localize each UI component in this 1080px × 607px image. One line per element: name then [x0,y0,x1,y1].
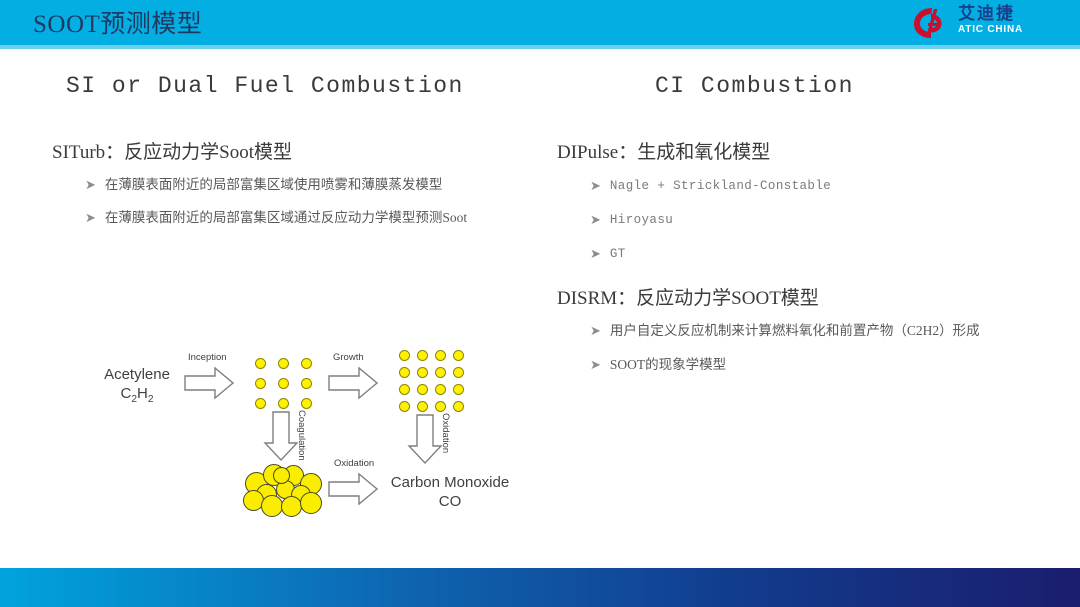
inception-arrow-icon [184,366,235,400]
soot-particle-dot [417,350,428,361]
soot-agglomerate-circle [281,496,302,517]
soot-agglomerate-circle [273,467,290,484]
arrow-bullet-icon: ➤ [590,212,601,227]
diagram-nuclei-particle-grid [255,358,313,410]
soot-particle-dot [255,378,266,389]
soot-particle-dot [255,398,266,409]
ad-monogram-logo-icon [914,8,942,38]
diagram-step-growth-label: Growth [333,352,364,363]
soot-particle-dot [399,367,410,378]
diagram-step-oxidation-right-label: Oxidation [440,413,451,454]
list-item-label: GT [609,247,626,261]
company-logo: 艾迪捷 ATIC CHINA [912,4,1062,42]
product-formula: CO [438,493,462,510]
list-item-label: 在薄膜表面附近的局部富集区域使用喷雾和薄膜蒸发模型 [104,177,443,192]
reactant-name: Acetylene [104,366,170,383]
soot-particle-dot [435,384,446,395]
list-item-label: Nagle + Strickland-Constable [609,179,832,193]
logo-english-name: ATIC CHINA [958,24,1024,35]
coagulation-arrow-icon [263,411,299,462]
soot-particle-dot [417,367,428,378]
right-column-heading: CI Combustion [655,73,854,99]
list-item: ➤ GT [590,245,831,263]
soot-particle-dot [453,384,464,395]
soot-particle-dot [399,350,410,361]
oxidation-bottom-arrow-icon [328,472,379,506]
logo-chinese-name: 艾迪捷 [958,4,1015,23]
list-item: ➤ Nagle + Strickland-Constable [590,177,831,195]
diagram-step-inception-label: Inception [188,352,227,363]
soot-particle-dot [278,378,289,389]
siturb-bullet-list: ➤ 在薄膜表面附近的局部富集区域使用喷雾和薄膜蒸发模型 ➤ 在薄膜表面附近的局部… [85,176,467,242]
diagram-reactant-acetylene: Acetylene C2H2 [97,365,177,409]
arrow-bullet-icon: ➤ [590,357,601,372]
diagram-grown-particle-grid [399,350,464,412]
soot-agglomerate-circle [300,492,322,514]
reactant-formula: C2H2 [120,385,154,405]
siturb-model-title: SITurb：反应动力学Soot模型 [52,142,293,163]
list-item: ➤ 用户自定义反应机制来计算燃料氧化和前置产物（C2H2）形成 [590,322,980,340]
arrow-bullet-icon: ➤ [85,177,96,192]
list-item-label: Hiroyasu [609,213,674,227]
dipulse-model-title: DIPulse：生成和氧化模型 [557,142,771,163]
arrow-bullet-icon: ➤ [85,210,96,225]
soot-particle-dot [435,367,446,378]
soot-particle-dot [453,350,464,361]
soot-particle-dot [453,367,464,378]
product-name: Carbon Monoxide [390,474,510,491]
disrm-bullet-list: ➤ 用户自定义反应机制来计算燃料氧化和前置产物（C2H2）形成 ➤ SOOT的现… [590,322,980,390]
list-item-label: 用户自定义反应机制来计算燃料氧化和前置产物（C2H2）形成 [609,323,980,338]
growth-arrow-icon [328,366,379,400]
list-item: ➤ Hiroyasu [590,211,831,229]
footer-gradient-bar [0,568,1080,607]
disrm-model-title: DISRM：反应动力学SOOT模型 [557,288,819,309]
diagram-step-oxidation-bottom-label: Oxidation [334,458,375,469]
list-item: ➤ 在薄膜表面附近的局部富集区域通过反应动力学模型预测Soot [85,209,467,227]
header-accent-underline [0,45,1080,49]
list-item: ➤ SOOT的现象学模型 [590,356,980,374]
soot-particle-dot [301,358,312,369]
soot-formation-process-diagram: Acetylene C2H2 Inception Growth Coagulat… [95,330,545,530]
soot-particle-dot [417,384,428,395]
soot-particle-dot [278,358,289,369]
list-item-label: SOOT的现象学模型 [609,357,727,372]
soot-particle-dot [417,401,428,412]
soot-agglomerate-circle [261,495,283,517]
soot-particle-dot [255,358,266,369]
logo-wordmark: 艾迪捷 ATIC CHINA [958,4,1062,36]
oxidation-right-arrow-icon [407,414,443,465]
soot-particle-dot [435,350,446,361]
left-column-heading: SI or Dual Fuel Combustion [66,73,464,99]
diagram-product-carbon-monoxide: Carbon Monoxide CO [385,473,515,511]
soot-particle-dot [301,398,312,409]
soot-particle-dot [399,401,410,412]
soot-particle-dot [301,378,312,389]
diagram-agglomerate-cluster [243,462,325,518]
soot-particle-dot [399,384,410,395]
diagram-step-coagulation-label: Coagulation [296,410,307,461]
dipulse-bullet-list: ➤ Nagle + Strickland-Constable ➤ Hiroyas… [590,177,831,279]
soot-particle-dot [435,401,446,412]
list-item: ➤ 在薄膜表面附近的局部富集区域使用喷雾和薄膜蒸发模型 [85,176,467,194]
arrow-bullet-icon: ➤ [590,178,601,193]
soot-particle-dot [453,401,464,412]
arrow-bullet-icon: ➤ [590,246,601,261]
list-item-label: 在薄膜表面附近的局部富集区域通过反应动力学模型预测Soot [104,210,468,225]
arrow-bullet-icon: ➤ [590,323,601,338]
soot-particle-dot [278,398,289,409]
page-title: SOOT预测模型 [33,11,203,38]
